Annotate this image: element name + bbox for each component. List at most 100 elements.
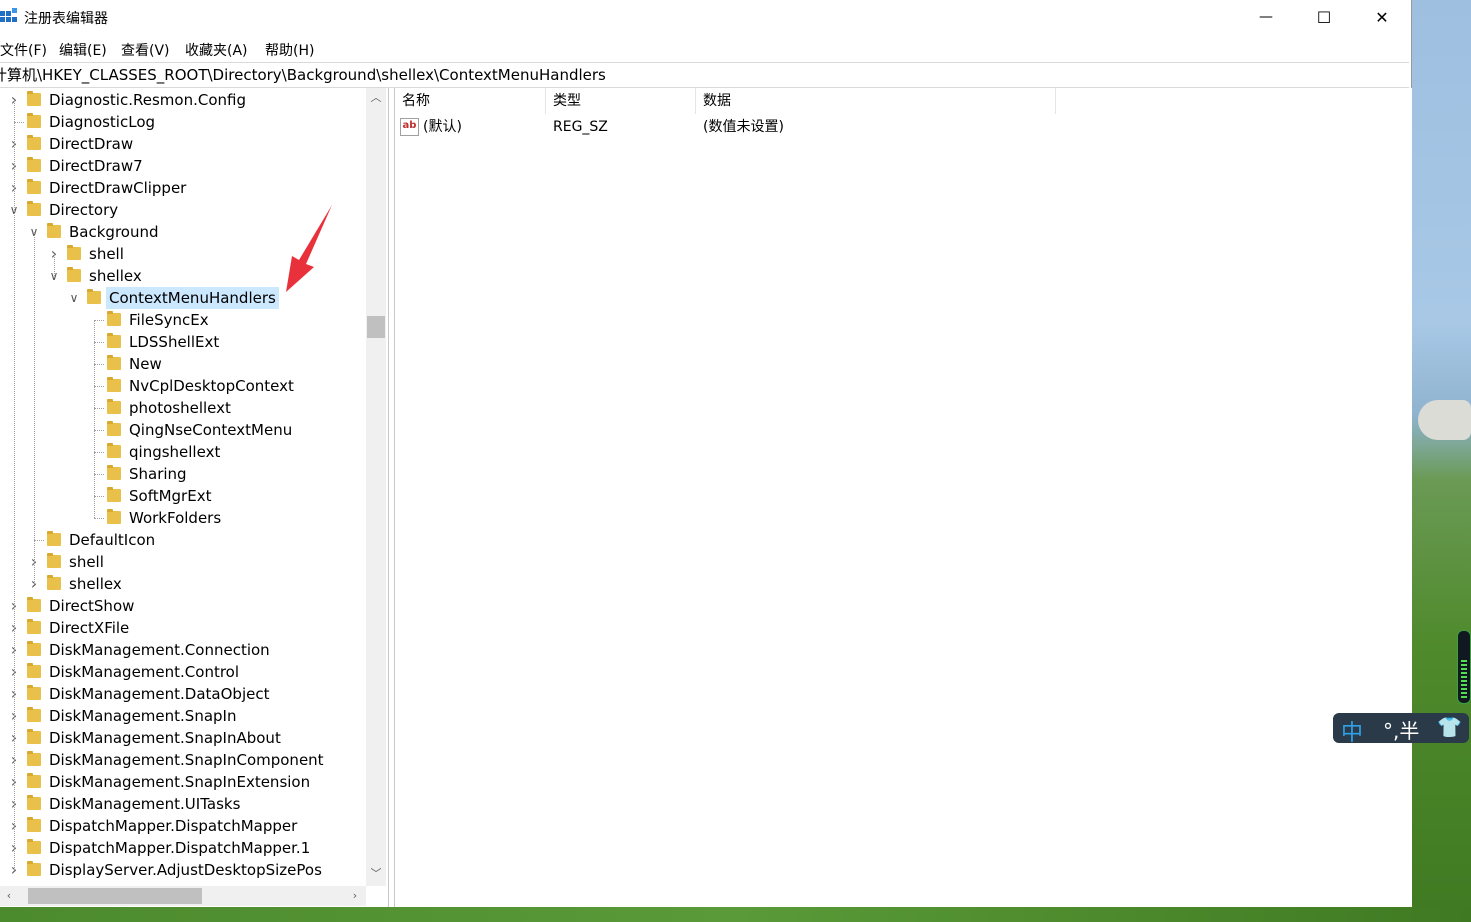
folder-icon [27, 641, 41, 656]
tree-vertical-scroll-thumb[interactable] [367, 316, 385, 338]
menu-bar: 文件(F) 编辑(E) 查看(V) 收藏夹(A) 帮助(H) [0, 36, 1411, 60]
tree-node[interactable]: DefaultIcon [0, 529, 388, 551]
tree-node[interactable]: › DiskManagement.Control [0, 661, 388, 683]
tree-node-label: shellex [89, 267, 142, 285]
folder-icon [27, 619, 41, 634]
tree-node[interactable]: Sharing [0, 463, 388, 485]
maximize-button[interactable]: ☐ [1295, 0, 1353, 34]
tree-node[interactable]: QingNseContextMenu [0, 419, 388, 441]
menu-favorites[interactable]: 收藏夹(A) [185, 40, 248, 60]
menu-edit[interactable]: 编辑(E) [59, 40, 107, 60]
column-header-name[interactable]: 名称 [395, 88, 546, 114]
tree-guide-line [94, 320, 95, 518]
tree-node-label: LDSShellExt [129, 333, 220, 351]
scroll-right-icon[interactable]: › [346, 886, 364, 906]
folder-icon [107, 355, 121, 370]
folder-icon [27, 113, 41, 128]
folder-icon [27, 685, 41, 700]
folder-icon [27, 773, 41, 788]
tree-node[interactable]: › DisplayServer.AdjustDesktopSizePos [0, 859, 388, 881]
tree-node[interactable]: FileSyncEx [0, 309, 388, 331]
menu-view[interactable]: 查看(V) [121, 40, 170, 60]
tree-node[interactable]: › DirectDraw7 [0, 155, 388, 177]
address-bar[interactable]: 计算机\HKEY_CLASSES_ROOT\Directory\Backgrou… [0, 62, 1409, 88]
tree-node-label: DiagnosticLog [49, 113, 156, 131]
folder-icon [107, 399, 121, 414]
tree-node[interactable]: WorkFolders [0, 507, 388, 529]
tree-node-label: ContextMenuHandlers [106, 287, 279, 309]
shirt-icon[interactable]: 👕 [1437, 715, 1462, 739]
tree-horizontal-scroll-thumb[interactable] [28, 888, 202, 904]
tree-node[interactable]: › Diagnostic.Resmon.Config [0, 89, 388, 111]
menu-help[interactable]: 帮助(H) [265, 40, 314, 60]
registry-editor-window: 注册表编辑器 — ☐ ✕ 文件(F) 编辑(E) 查看(V) 收藏夹(A) 帮助… [0, 0, 1412, 907]
folder-icon [47, 575, 61, 590]
tree-node[interactable]: › DiskManagement.DataObject [0, 683, 388, 705]
tree-connector [94, 342, 104, 343]
tree-node-label: DiskManagement.DataObject [49, 685, 270, 703]
tree-node-label: SoftMgrExt [129, 487, 212, 505]
maximize-icon: ☐ [1316, 7, 1332, 27]
folder-icon [107, 509, 121, 524]
tree-node[interactable]: › shell [0, 551, 388, 573]
close-button[interactable]: ✕ [1353, 0, 1411, 34]
tree-node-label: photoshellext [129, 399, 231, 417]
tree-node[interactable]: qingshellext [0, 441, 388, 463]
tree-node[interactable]: DiagnosticLog [0, 111, 388, 133]
menu-file[interactable]: 文件(F) [0, 40, 47, 60]
tree-node[interactable]: New [0, 353, 388, 375]
column-header-type[interactable]: 类型 [546, 88, 696, 114]
folder-icon [27, 91, 41, 106]
folder-icon [27, 179, 41, 194]
ime-language-toggle[interactable]: 中 [1341, 715, 1363, 747]
tree-node[interactable]: NvCplDesktopContext [0, 375, 388, 397]
minimize-button[interactable]: — [1237, 0, 1295, 34]
folder-icon [27, 839, 41, 854]
tree-horizontal-scrollbar[interactable]: ‹ › [0, 886, 366, 906]
tree-node[interactable]: › DirectXFile [0, 617, 388, 639]
ime-toolbar[interactable]: 中 °,半 👕 [1333, 713, 1469, 746]
tree-node-label: DirectDrawClipper [49, 179, 187, 197]
tree-node[interactable]: › DiskManagement.SnapIn [0, 705, 388, 727]
tree-node[interactable]: › DirectDraw [0, 133, 388, 155]
tree-node[interactable]: › DispatchMapper.DispatchMapper.1 [0, 837, 388, 859]
tree-connector [94, 518, 104, 519]
tree-node-label: DirectDraw7 [49, 157, 143, 175]
tree-node-label: Directory [49, 201, 119, 219]
scroll-left-icon[interactable]: ‹ [0, 886, 18, 906]
window-title: 注册表编辑器 [24, 11, 108, 27]
tree-node[interactable]: photoshellext [0, 397, 388, 419]
tree-connector [94, 320, 104, 321]
tree-connector [94, 430, 104, 431]
tree-node-label: qingshellext [129, 443, 221, 461]
tree-connector [94, 386, 104, 387]
folder-icon [107, 487, 121, 502]
tree-node[interactable]: › DiskManagement.Connection [0, 639, 388, 661]
tree-node[interactable]: › DispatchMapper.DispatchMapper [0, 815, 388, 837]
regedit-app-icon [0, 8, 17, 22]
folder-icon [107, 465, 121, 480]
scroll-down-icon[interactable]: ﹀ [366, 864, 386, 884]
folder-icon [27, 201, 41, 216]
tree-node-label: New [129, 355, 162, 373]
tree-node[interactable]: › DirectShow [0, 595, 388, 617]
tree-vertical-scrollbar[interactable]: ︿ ﹀ [366, 88, 386, 886]
tree-node-label: WorkFolders [129, 509, 222, 527]
tree-node[interactable]: › DiskManagement.SnapInExtension [0, 771, 388, 793]
tree-node[interactable]: › shellex [0, 573, 388, 595]
tree-node-label: DispatchMapper.DispatchMapper [49, 817, 298, 835]
tree-node[interactable]: › DiskManagement.SnapInComponent [0, 749, 388, 771]
tree-node[interactable]: › DiskManagement.UITasks [0, 793, 388, 815]
tree-node[interactable]: › DiskManagement.SnapInAbout [0, 727, 388, 749]
value-name: (默认) [423, 119, 462, 135]
tree-node-label: DiskManagement.SnapInExtension [49, 773, 311, 791]
tree-node[interactable]: SoftMgrExt [0, 485, 388, 507]
tree-node[interactable]: LDSShellExt [0, 331, 388, 353]
tree-node-label: DiskManagement.SnapIn [49, 707, 237, 725]
address-path: 计算机\HKEY_CLASSES_ROOT\Directory\Backgrou… [0, 66, 606, 84]
scroll-up-icon[interactable]: ︿ [366, 88, 386, 108]
ime-mode-indicator[interactable]: °,半 [1383, 715, 1419, 744]
chevron-down-icon[interactable]: ∨ [67, 287, 81, 309]
tree-node[interactable]: › DirectDrawClipper [0, 177, 388, 199]
column-header-data[interactable]: 数据 [696, 88, 1056, 114]
